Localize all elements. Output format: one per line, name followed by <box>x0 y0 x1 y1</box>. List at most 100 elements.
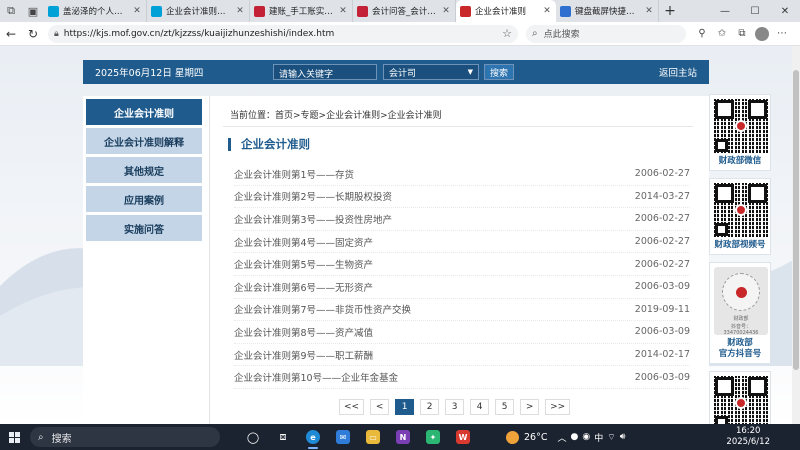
article-title-link[interactable]: 企业会计准则第9号——职工薪酬 <box>234 348 373 362</box>
keyword-input[interactable]: 请输入关键字 <box>273 64 377 80</box>
tab-actions-icon[interactable]: ▣ <box>22 0 44 22</box>
list-item: 企业会计准则第3号——投资性房地产 2006-02-27 <box>234 208 690 231</box>
sidebar-item[interactable]: 其他规定 <box>86 157 202 183</box>
sidebar-item[interactable]: 实施问答 <box>86 215 202 241</box>
last-page-button[interactable]: >> <box>545 399 571 415</box>
browser-tab[interactable]: 企业会计准则 ✕ <box>456 0 556 22</box>
close-tab-icon[interactable]: ✕ <box>132 6 142 16</box>
windows-logo-icon <box>8 431 20 443</box>
browser-tab[interactable]: 盖泌泽的个人空间_哔哩✕ <box>44 0 147 22</box>
file-explorer-icon[interactable]: ▭ <box>358 424 388 450</box>
back-icon[interactable]: ← <box>0 23 22 45</box>
page-number-button[interactable]: 1 <box>395 399 415 415</box>
qr-card[interactable]: 财政部 抖音号：33470024436 财政部 官方抖音号 <box>709 262 771 364</box>
first-page-button[interactable]: << <box>339 399 365 415</box>
page-number-button[interactable]: 3 <box>445 399 465 415</box>
national-emblem-icon <box>735 397 747 409</box>
weather-widget[interactable]: 26°C <box>506 430 547 444</box>
article-title-link[interactable]: 企业会计准则第8号——资产减值 <box>234 325 373 339</box>
collections-icon[interactable]: ⧉ <box>732 24 752 44</box>
sidebar-item[interactable]: 应用案例 <box>86 186 202 212</box>
site-header-bar: 2025年06月12日 星期四 请输入关键字 会计司 ▼ 搜索 返回主站 <box>83 60 709 84</box>
mail-icon[interactable]: ✉ <box>328 424 358 450</box>
browser-tab[interactable]: 会计问答_会计问题 ✕ <box>353 0 456 22</box>
close-tab-icon[interactable]: ✕ <box>338 6 348 16</box>
taskbar-search[interactable]: ⌕ 搜索 <box>30 427 220 447</box>
article-title-link[interactable]: 企业会计准则第6号——无形资产 <box>234 280 373 294</box>
browser-search-box[interactable]: ⌕ 点此搜索 <box>526 24 686 43</box>
workspaces-icon[interactable]: ⧉ <box>0 0 22 22</box>
refresh-icon[interactable]: ↻ <box>22 23 44 45</box>
edge-browser-icon[interactable]: e <box>298 424 328 450</box>
network-icon[interactable]: ⌔ <box>607 432 615 443</box>
next-page-button[interactable]: > <box>520 399 540 415</box>
close-tab-icon[interactable]: ✕ <box>441 6 451 16</box>
scrollbar-thumb[interactable] <box>793 70 799 370</box>
volume-icon[interactable]: 🔊︎ <box>620 432 626 442</box>
article-date: 2006-03-09 <box>634 281 690 293</box>
browser-tab-label: 建账_手工账实务训练 <box>269 7 336 17</box>
list-item: 企业会计准则第2号——长期股权投资 2014-03-27 <box>234 186 690 209</box>
close-tab-icon[interactable]: ✕ <box>235 6 245 16</box>
favorites-icon[interactable]: ✩ <box>712 24 732 44</box>
article-title-link[interactable]: 企业会计准则第3号——投资性房地产 <box>234 212 392 226</box>
qr-card[interactable] <box>709 371 771 424</box>
qr-code-image <box>714 376 768 424</box>
qr-card[interactable]: 财政部视频号 <box>709 178 771 255</box>
onenote-icon[interactable]: N <box>388 424 418 450</box>
tray-app-icon[interactable]: ● <box>571 432 579 442</box>
avatar[interactable] <box>755 26 769 41</box>
extensions-icon[interactable]: ⚲ <box>692 24 712 44</box>
scope-select-value: 会计司 <box>389 68 417 79</box>
new-tab-button[interactable]: + <box>659 3 681 19</box>
qr-code-column: 财政部微信财政部视频号财政部 抖音号：33470024436 财政部 官方抖音号 <box>709 94 771 424</box>
article-title-link[interactable]: 企业会计准则第5号——生物资产 <box>234 257 373 271</box>
article-date: 2006-03-09 <box>634 326 690 338</box>
list-item: 企业会计准则第4号——固定资产 2006-02-27 <box>234 231 690 254</box>
minimize-icon[interactable]: — <box>710 0 740 22</box>
photos-icon[interactable]: ✦ <box>418 424 448 450</box>
tray-chevron-icon[interactable]: ︿ <box>557 431 566 444</box>
browser-tab[interactable]: 企业会计准则在哪里✕ <box>147 0 250 22</box>
site-search-button[interactable]: 搜索 <box>484 64 514 80</box>
page-scrollbar[interactable] <box>792 46 800 424</box>
more-menu-icon[interactable]: ⋯ <box>772 24 792 44</box>
ime-icon[interactable]: 中 <box>594 431 603 444</box>
url-field[interactable]: 🔒︎ https://kjs.mof.gov.cn/zt/kjzzss/kuai… <box>48 24 518 43</box>
start-button[interactable] <box>0 424 28 450</box>
article-title-link[interactable]: 企业会计准则第4号——固定资产 <box>234 235 373 249</box>
douyin-qr-image: 财政部 抖音号：33470024436 <box>714 267 768 336</box>
sidebar-item[interactable]: 企业会计准则解释 <box>86 128 202 154</box>
taskbar-clock[interactable]: 16:20 2025/6/12 <box>726 426 770 448</box>
url-text[interactable]: https://kjs.mof.gov.cn/zt/kjzzss/kuaijiz… <box>64 29 502 39</box>
cortana-icon[interactable]: ◯ <box>238 424 268 450</box>
wps-office-icon[interactable]: W <box>448 424 478 450</box>
page-number-button[interactable]: 4 <box>470 399 490 415</box>
article-title-link[interactable]: 企业会计准则第10号——企业年金基金 <box>234 370 398 384</box>
lock-icon[interactable]: 🔒︎ <box>54 29 59 39</box>
return-home-link[interactable]: 返回主站 <box>659 65 697 79</box>
browser-tab[interactable]: 建账_手工账实务训练✕ <box>250 0 353 22</box>
browser-tab-label: 盖泌泽的个人空间_哔哩 <box>63 7 130 17</box>
close-window-icon[interactable]: ✕ <box>770 0 800 22</box>
task-view-icon[interactable]: ⧈ <box>268 424 298 450</box>
browser-tab[interactable]: 键盘截屏快捷键 - 搜✕ <box>556 0 659 22</box>
article-title-link[interactable]: 企业会计准则第2号——长期股权投资 <box>234 189 392 203</box>
prev-page-button[interactable]: < <box>370 399 390 415</box>
list-item: 企业会计准则第8号——资产减值 2006-03-09 <box>234 321 690 344</box>
close-tab-icon[interactable]: ✕ <box>644 6 654 16</box>
close-tab-icon[interactable]: ✕ <box>542 6 552 16</box>
sidebar-item[interactable]: 企业会计准则 <box>86 99 202 125</box>
national-emblem-icon <box>735 204 747 216</box>
nav-divider <box>209 96 210 424</box>
article-title-link[interactable]: 企业会计准则第1号——存货 <box>234 167 354 181</box>
wechat-icon[interactable]: ◉ <box>582 432 590 442</box>
page-number-button[interactable]: 5 <box>495 399 515 415</box>
qr-card[interactable]: 财政部微信 <box>709 94 771 171</box>
scope-select[interactable]: 会计司 ▼ <box>383 64 479 80</box>
main-content: 企业会计准则 企业会计准则解释 其他规定 应用案例 实施问答 当前位置：首页>专题>企业… <box>83 96 709 424</box>
page-number-button[interactable]: 2 <box>420 399 440 415</box>
article-title-link[interactable]: 企业会计准则第7号——非货币性资产交换 <box>234 302 411 316</box>
favorite-star-icon[interactable]: ☆ <box>502 27 512 40</box>
maximize-icon[interactable]: ☐ <box>740 0 770 22</box>
